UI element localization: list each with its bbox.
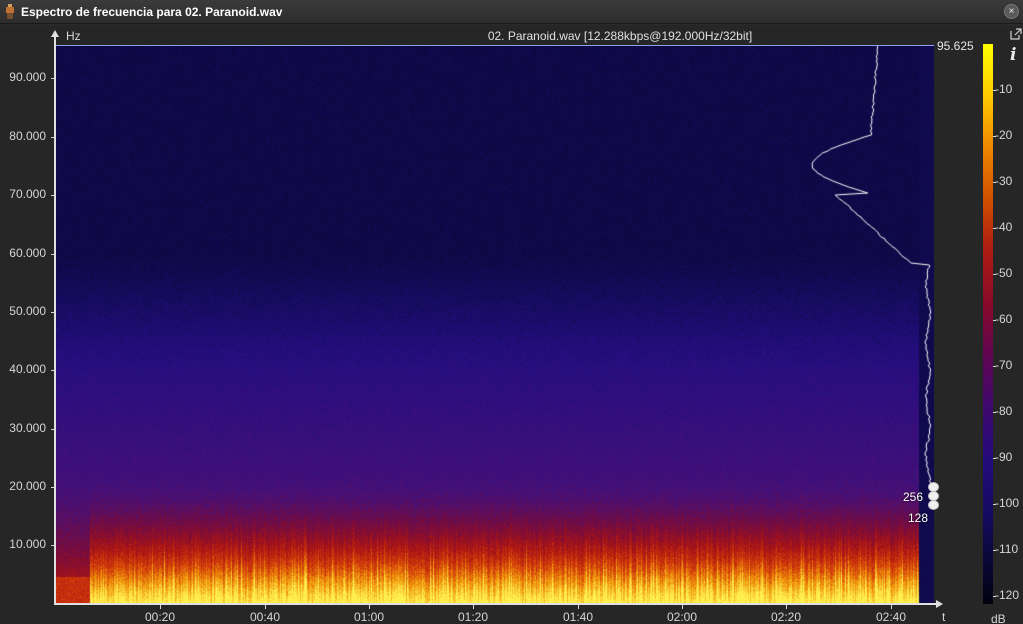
x-tick-label: 01:00 [353, 610, 385, 624]
db-tick-label: -40 [995, 220, 1013, 234]
db-tick-label: -50 [995, 266, 1013, 280]
spectrogram-plot[interactable] [56, 45, 934, 604]
y-axis-arrow [51, 30, 59, 37]
db-tick-mark [993, 596, 996, 597]
file-info-label: 02. Paranoid.wav [12.288kbps@192.000Hz/3… [487, 29, 753, 43]
window-title: Espectro de frecuencia para 02. Paranoid… [21, 5, 283, 19]
x-tick-label: 02:20 [770, 610, 802, 624]
y-axis-unit: Hz [66, 29, 81, 43]
db-tick-label: -70 [995, 358, 1013, 372]
x-tick-mark [578, 605, 579, 609]
db-colorbar [983, 44, 993, 604]
y-tick-label: 10.000 [9, 537, 46, 551]
x-tick-label: 00:20 [144, 610, 176, 624]
spectrum-view: 95.625 Hz t 02. Paranoid.wav [12.288kbps… [0, 25, 1023, 624]
y-tick-label: 20.000 [9, 479, 46, 493]
nyquist-line [56, 45, 934, 46]
y-tick-mark [51, 78, 55, 79]
db-tick-label: -20 [995, 128, 1013, 142]
close-button[interactable]: × [1004, 4, 1019, 19]
db-tick-label: -100 [995, 496, 1020, 510]
db-tick-label: -60 [995, 312, 1013, 326]
fft-size-label: 256 [903, 490, 924, 504]
y-tick-label: 80.000 [9, 129, 46, 143]
y-tick-mark [51, 429, 55, 430]
db-tick-mark [993, 550, 996, 551]
x-tick-mark [473, 605, 474, 609]
fft-handle[interactable] [928, 500, 939, 510]
x-tick-label: 00:40 [249, 610, 281, 624]
app-icon [6, 4, 14, 19]
y-tick-mark [51, 370, 55, 371]
db-tick-mark [993, 320, 996, 321]
x-tick-mark [682, 605, 683, 609]
x-tick-label: 01:20 [457, 610, 489, 624]
x-tick-label: 02:40 [875, 610, 907, 624]
spectrogram-canvas [56, 45, 934, 604]
y-tick-label: 40.000 [9, 362, 46, 376]
y-tick-label: 60.000 [9, 246, 46, 260]
popout-icon[interactable] [1010, 28, 1022, 40]
y-tick-mark [51, 545, 55, 546]
x-tick-label: 01:40 [562, 610, 594, 624]
db-tick-mark [993, 366, 996, 367]
y-tick-mark [51, 312, 55, 313]
y-tick-label: 70.000 [9, 187, 46, 201]
db-unit-label: dB [991, 612, 1006, 624]
x-axis [55, 603, 939, 605]
db-tick-label: -90 [995, 450, 1013, 464]
db-tick-mark [993, 504, 996, 505]
db-tick-label: -30 [995, 174, 1013, 188]
x-axis-arrow [936, 600, 943, 608]
db-tick-label: -120 [995, 588, 1020, 602]
db-tick-mark [993, 412, 996, 413]
db-tick-mark [993, 228, 996, 229]
y-tick-mark [51, 137, 55, 138]
x-axis-unit: t [942, 610, 946, 624]
y-tick-label: 50.000 [9, 304, 46, 318]
db-tick-mark [993, 90, 996, 91]
db-tick-mark [993, 182, 996, 183]
y-tick-mark [51, 195, 55, 196]
y-tick-mark [51, 487, 55, 488]
y-axis [54, 35, 56, 605]
x-tick-mark [891, 605, 892, 609]
nyquist-label: 95.625 [937, 39, 974, 53]
title-bar[interactable]: Espectro de frecuencia para 02. Paranoid… [0, 0, 1023, 24]
y-tick-label: 90.000 [9, 70, 46, 84]
db-tick-mark [993, 274, 996, 275]
x-tick-mark [265, 605, 266, 609]
info-icon[interactable]: i [1010, 45, 1016, 65]
y-tick-mark [51, 254, 55, 255]
y-tick-label: 30.000 [9, 421, 46, 435]
x-tick-mark [786, 605, 787, 609]
close-icon: × [1008, 6, 1015, 17]
x-tick-label: 02:00 [666, 610, 698, 624]
db-tick-mark [993, 136, 996, 137]
db-tick-label: -10 [995, 82, 1013, 96]
db-tick-label: -110 [995, 542, 1019, 556]
db-tick-label: -80 [995, 404, 1013, 418]
db-tick-mark [993, 458, 996, 459]
fft-size-label: 128 [908, 511, 929, 525]
x-tick-mark [160, 605, 161, 609]
x-tick-mark [369, 605, 370, 609]
